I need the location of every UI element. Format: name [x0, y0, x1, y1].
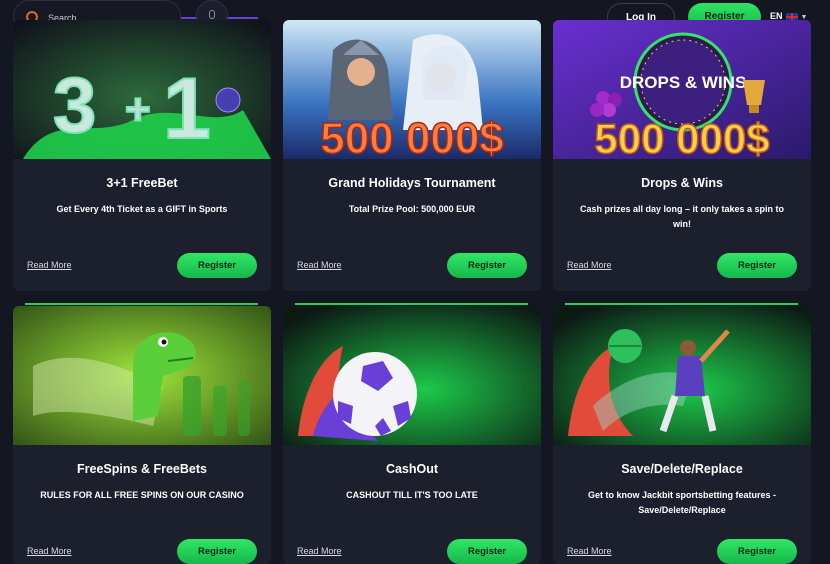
promo-image-cashout: [283, 306, 541, 445]
read-more-link[interactable]: Read More: [297, 260, 342, 270]
register-button[interactable]: Register: [447, 539, 527, 564]
card-accent-bar: [295, 303, 528, 305]
card-accent-bar: [565, 303, 798, 305]
read-more-link[interactable]: Read More: [567, 260, 612, 270]
card-title: CashOut: [385, 462, 439, 476]
promo-card-freespins: FreeSpins & FreeBets RULES FOR ALL FREE …: [13, 306, 271, 564]
card-title: Drops & Wins: [641, 176, 723, 190]
register-button[interactable]: Register: [717, 253, 797, 278]
promo-card-save-delete-replace: Save/Delete/Replace Get to know Jackbit …: [553, 306, 811, 564]
promo-image-grand-holidays: 500 000$: [283, 20, 541, 159]
banner-amount: 500 000$: [320, 114, 504, 159]
drops-wins-badge: DROPS & WINS: [620, 73, 747, 92]
promo-image-3plus1: 3 + 1: [13, 20, 271, 159]
card-description: Total Prize Pool: 500,000 EUR: [348, 204, 476, 214]
card-title: 3+1 FreeBet: [106, 176, 178, 190]
promo-card-cashout: CashOut CASHOUT TILL IT'S TOO LATE Read …: [283, 306, 541, 564]
promo-card-drops-wins: DROPS & WINS 500 000$ Drops & Wins Cash …: [553, 20, 811, 291]
card-title: FreeSpins & FreeBets: [77, 462, 207, 476]
read-more-link[interactable]: Read More: [567, 546, 612, 556]
promo-image-drops-wins: DROPS & WINS 500 000$: [553, 20, 811, 159]
read-more-link[interactable]: Read More: [297, 546, 342, 556]
register-button[interactable]: Register: [447, 253, 527, 278]
svg-text:1: 1: [163, 61, 211, 157]
card-accent-bar: [25, 303, 258, 305]
register-button[interactable]: Register: [177, 253, 257, 278]
register-button[interactable]: Register: [717, 539, 797, 564]
card-description: Get to know Jackbit sportsbetting featur…: [587, 490, 777, 515]
card-title: Grand Holidays Tournament: [328, 176, 496, 190]
register-button[interactable]: Register: [177, 539, 257, 564]
microphone-icon: [209, 10, 215, 19]
read-more-link[interactable]: Read More: [27, 260, 72, 270]
banner-amount: 500 000$: [594, 115, 769, 159]
card-description: Cash prizes all day long – it only takes…: [579, 204, 785, 229]
promo-image-freespins: [13, 306, 271, 445]
read-more-link[interactable]: Read More: [27, 546, 72, 556]
svg-text:+: +: [125, 85, 151, 134]
card-description: Get Every 4th Ticket as a GIFT in Sports: [56, 204, 228, 214]
svg-text:3: 3: [53, 61, 96, 149]
card-description: RULES FOR ALL FREE SPINS ON OUR CASINO: [40, 490, 244, 500]
card-title: Save/Delete/Replace: [621, 462, 743, 476]
promo-card-3plus1: 3 + 1 3+1 FreeBet Get Every 4th Ticket a…: [13, 20, 271, 291]
promo-image-save-delete-replace: [553, 306, 811, 445]
promo-card-grand-holidays: 500 000$ Grand Holidays Tournament Total…: [283, 20, 541, 291]
card-description: CASHOUT TILL IT'S TOO LATE: [346, 490, 478, 500]
